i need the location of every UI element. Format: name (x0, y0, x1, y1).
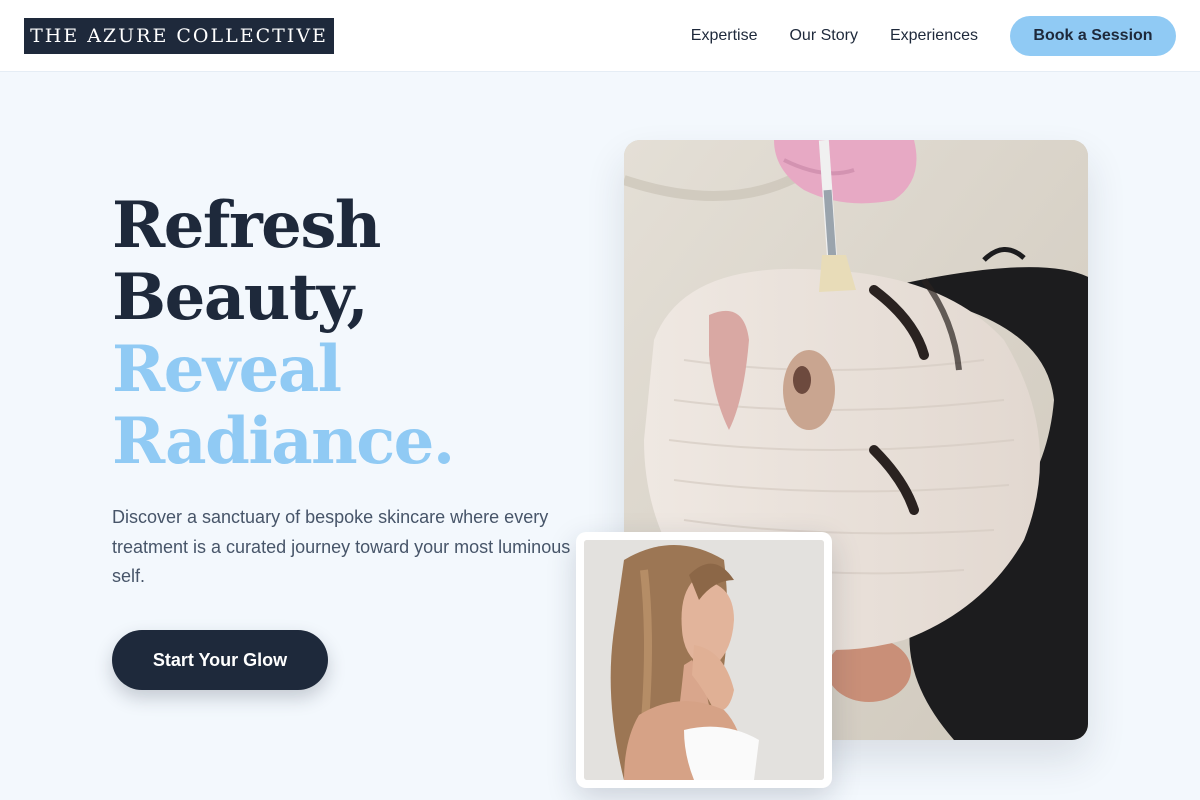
nav-link-expertise[interactable]: Expertise (691, 27, 758, 45)
nav-link-experiences[interactable]: Experiences (890, 27, 978, 45)
nav-link-our-story[interactable]: Our Story (789, 27, 857, 45)
hero-description: Discover a sanctuary of bespoke skincare… (112, 507, 571, 586)
headline-line-1: Refresh (112, 188, 381, 263)
brand-logo[interactable]: THE AZURE COLLECTIVE (24, 18, 334, 54)
site-header: THE AZURE COLLECTIVE Expertise Our Story… (0, 0, 1200, 72)
inset-photo-frame (576, 532, 832, 788)
main-nav: Expertise Our Story Experiences (691, 0, 978, 72)
headline-line-3: Reveal (112, 332, 342, 407)
headline-line-4: Radiance. (112, 404, 455, 479)
woman-portrait-photo (584, 540, 824, 780)
book-session-button[interactable]: Book a Session (1010, 16, 1176, 56)
start-glow-button[interactable]: Start Your Glow (112, 630, 328, 690)
headline-line-2: Beauty, (112, 260, 369, 335)
hero-headline: Refresh Beauty, Reveal Radiance. (112, 188, 455, 479)
